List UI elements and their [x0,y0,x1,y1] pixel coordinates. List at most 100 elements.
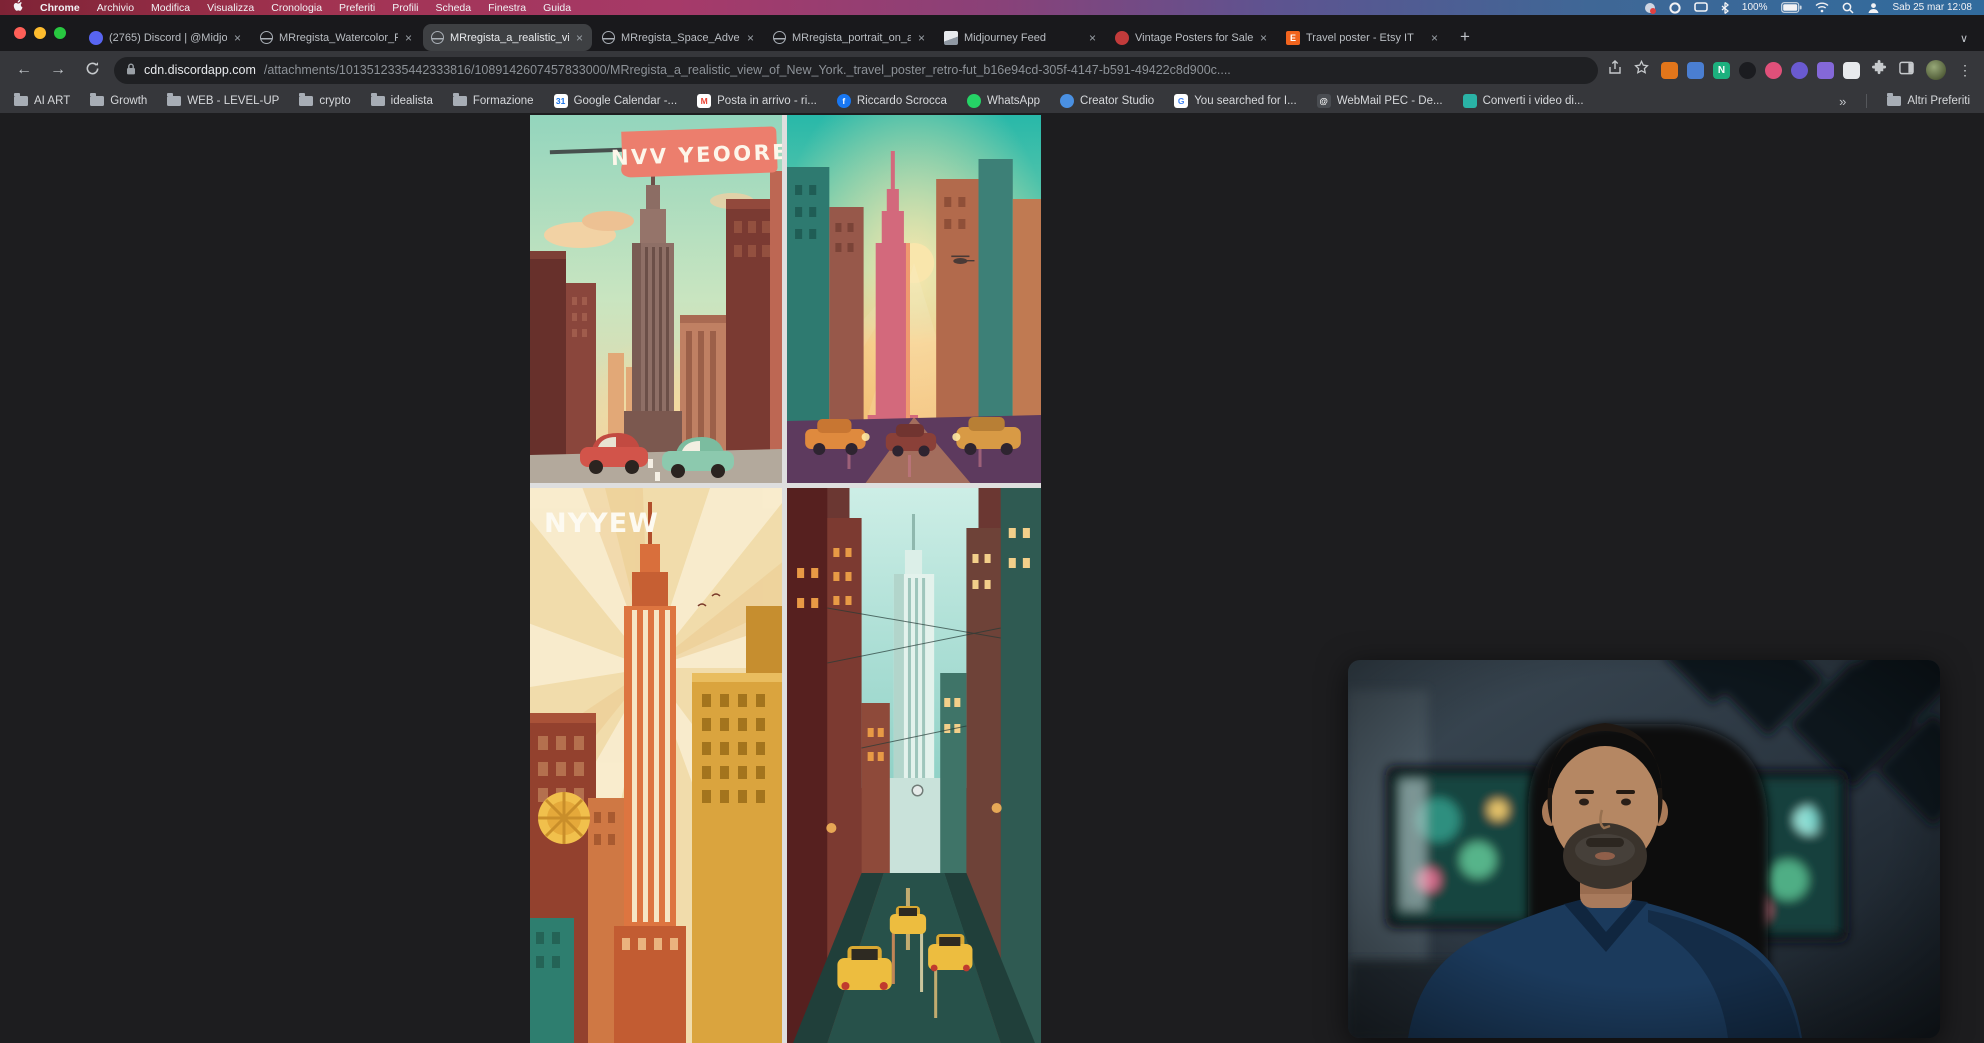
tab-close-icon[interactable]: × [1259,32,1268,44]
bookmark-label: idealista [391,95,433,107]
globe-favicon-icon [260,31,273,44]
tab-2[interactable]: MRregista_Watercolor_Pa× [252,24,421,51]
menubar-item-visualizza[interactable]: Visualizza [207,2,254,14]
chrome-toolbar: ← → cdn.discordapp.com/attachments/10135… [0,51,1984,89]
share-icon[interactable] [1608,60,1622,80]
tab-8[interactable]: ETravel poster - Etsy IT× [1278,24,1447,51]
chrome-menu-icon[interactable]: ⋮ [1958,62,1972,79]
toolbar-actions: N ⋮ [1608,60,1972,80]
tab-close-icon[interactable]: × [233,32,242,44]
macos-menubar: Chrome Archivio Modifica Visualizza Cronolog… [0,0,1984,15]
tab-4[interactable]: MRregista_Space_Advent× [594,24,763,51]
sun-gear [538,792,590,844]
video-icon [1463,94,1477,108]
poster-bottom-left[interactable]: NYYEW [530,488,782,1043]
tab-6[interactable]: Midjourney Feed× [936,24,1105,51]
zoom-window-button[interactable] [54,27,66,39]
metamask-extension-icon[interactable] [1661,62,1678,79]
poster-bottom-right[interactable] [787,488,1041,1043]
menubar-item-finestra[interactable]: Finestra [488,2,526,14]
tab-1[interactable]: (2765) Discord | @Midjou × [81,24,250,51]
menubar-item-scheda[interactable]: Scheda [436,2,472,14]
side-panel-icon[interactable] [1899,61,1914,80]
tab-close-icon[interactable]: × [404,32,413,44]
bookmark-you-searched-for-i[interactable]: GYou searched for I... [1174,94,1297,108]
webcam-overlay[interactable] [1348,660,1940,1038]
menubar-item-profili[interactable]: Profili [392,2,418,14]
battery-icon[interactable] [1781,2,1802,13]
bookmark-label: AI ART [34,95,70,107]
bookmark-webmail-pec-de[interactable]: @WebMail PEC - De... [1317,94,1443,108]
n-green-extension-icon[interactable]: N [1713,62,1730,79]
wallet-blue-extension-icon[interactable] [1687,62,1704,79]
pink-circle-extension-icon[interactable] [1765,62,1782,79]
tab-title: (2765) Discord | @Midjou [109,32,227,44]
menubar-items: Chrome Archivio Modifica Visualizza Cronolog… [40,2,571,14]
grid-light-extension-icon[interactable] [1843,62,1860,79]
bookmark-riccardo-scrocca[interactable]: f Riccardo Scrocca [837,94,947,108]
facebook-icon: f [837,94,851,108]
record-icon[interactable] [1669,2,1681,14]
tab-close-icon[interactable]: × [1430,32,1439,44]
bookmark-formazione[interactable]: Formazione [453,95,534,107]
tab-close-icon[interactable]: × [746,32,755,44]
midjourney-image-grid[interactable]: NVV YEOORE [530,115,1041,1043]
bookmark-whatsapp[interactable]: WhatsApp [967,94,1040,108]
creator-icon [1060,94,1074,108]
menubar-clock[interactable]: Sab 25 mar 12:08 [1893,2,1973,13]
bookmark-ai-art[interactable]: AI ART [14,95,70,107]
tab-close-icon[interactable]: × [575,32,584,44]
reload-button[interactable] [80,61,104,80]
tab-3-active[interactable]: MRregista_a_realistic_vie× [423,24,592,51]
menubar-item-preferiti[interactable]: Preferiti [339,2,375,14]
tab-7[interactable]: Vintage Posters for Sale |× [1107,24,1276,51]
address-bar[interactable]: cdn.discordapp.com/attachments/101351233… [114,57,1598,84]
lock-icon [126,63,136,78]
bookmark-crypto[interactable]: crypto [299,95,350,107]
violet-app-extension-icon[interactable] [1817,62,1834,79]
bookmark-web-level-up[interactable]: WEB - LEVEL-UP [167,95,279,107]
profile-avatar[interactable] [1926,60,1946,80]
poster-top-right[interactable] [787,115,1041,483]
folder-icon [299,96,313,106]
menubar-item-archivio[interactable]: Archivio [97,2,134,14]
bookmark-creator-studio[interactable]: Creator Studio [1060,94,1154,108]
display-icon[interactable] [1694,2,1708,13]
minimize-window-button[interactable] [34,27,46,39]
bluetooth-icon[interactable] [1721,2,1729,14]
purple-app-extension-icon[interactable] [1791,62,1808,79]
forward-button[interactable]: → [46,62,70,78]
apple-menu-icon[interactable] [12,0,23,15]
menubar-item-modifica[interactable]: Modifica [151,2,190,14]
menubar-item-chrome[interactable]: Chrome [40,2,80,14]
bookmark-label: Riccardo Scrocca [857,95,947,107]
extensions-puzzle-icon[interactable] [1872,60,1887,80]
back-button[interactable]: ← [12,62,36,78]
poster-new-york-taxis [787,488,1041,1043]
wifi-icon[interactable] [1815,2,1829,13]
tab-5[interactable]: MRregista_portrait_on_a× [765,24,934,51]
menubar-item-guida[interactable]: Guida [543,2,571,14]
folder-icon [453,96,467,106]
bookmark-google-calendar[interactable]: 31Google Calendar -... [554,94,678,108]
tab-close-icon[interactable]: × [917,32,926,44]
close-window-button[interactable] [14,27,26,39]
bookmark-idealista[interactable]: idealista [371,95,433,107]
poster-new-york-sunset [787,115,1041,483]
spotlight-search-icon[interactable] [1842,2,1854,14]
bookmark-label: WhatsApp [987,95,1040,107]
control-center-icon[interactable] [1867,2,1880,14]
other-bookmarks-folder[interactable]: Altri Preferiti [1887,95,1970,107]
tab-close-icon[interactable]: × [1088,32,1097,44]
app-notification-icon[interactable] [1644,2,1656,14]
dark-circle-extension-icon[interactable] [1739,62,1756,79]
menubar-item-cronologia[interactable]: Cronologia [271,2,322,14]
bookmark-posta-in-arrivo-ri[interactable]: MPosta in arrivo - ri... [697,94,817,108]
poster-top-left[interactable]: NVV YEOORE [530,115,782,483]
bookmark-star-icon[interactable] [1634,60,1649,80]
tab-search-chevron-icon[interactable]: ∨ [1960,32,1984,51]
bookmark-growth[interactable]: Growth [90,95,147,107]
bookmark-converti-i-video-di[interactable]: Converti i video di... [1463,94,1584,108]
new-tab-button[interactable]: + [1448,27,1482,51]
bookmarks-overflow-chevron[interactable]: » [1839,94,1846,109]
